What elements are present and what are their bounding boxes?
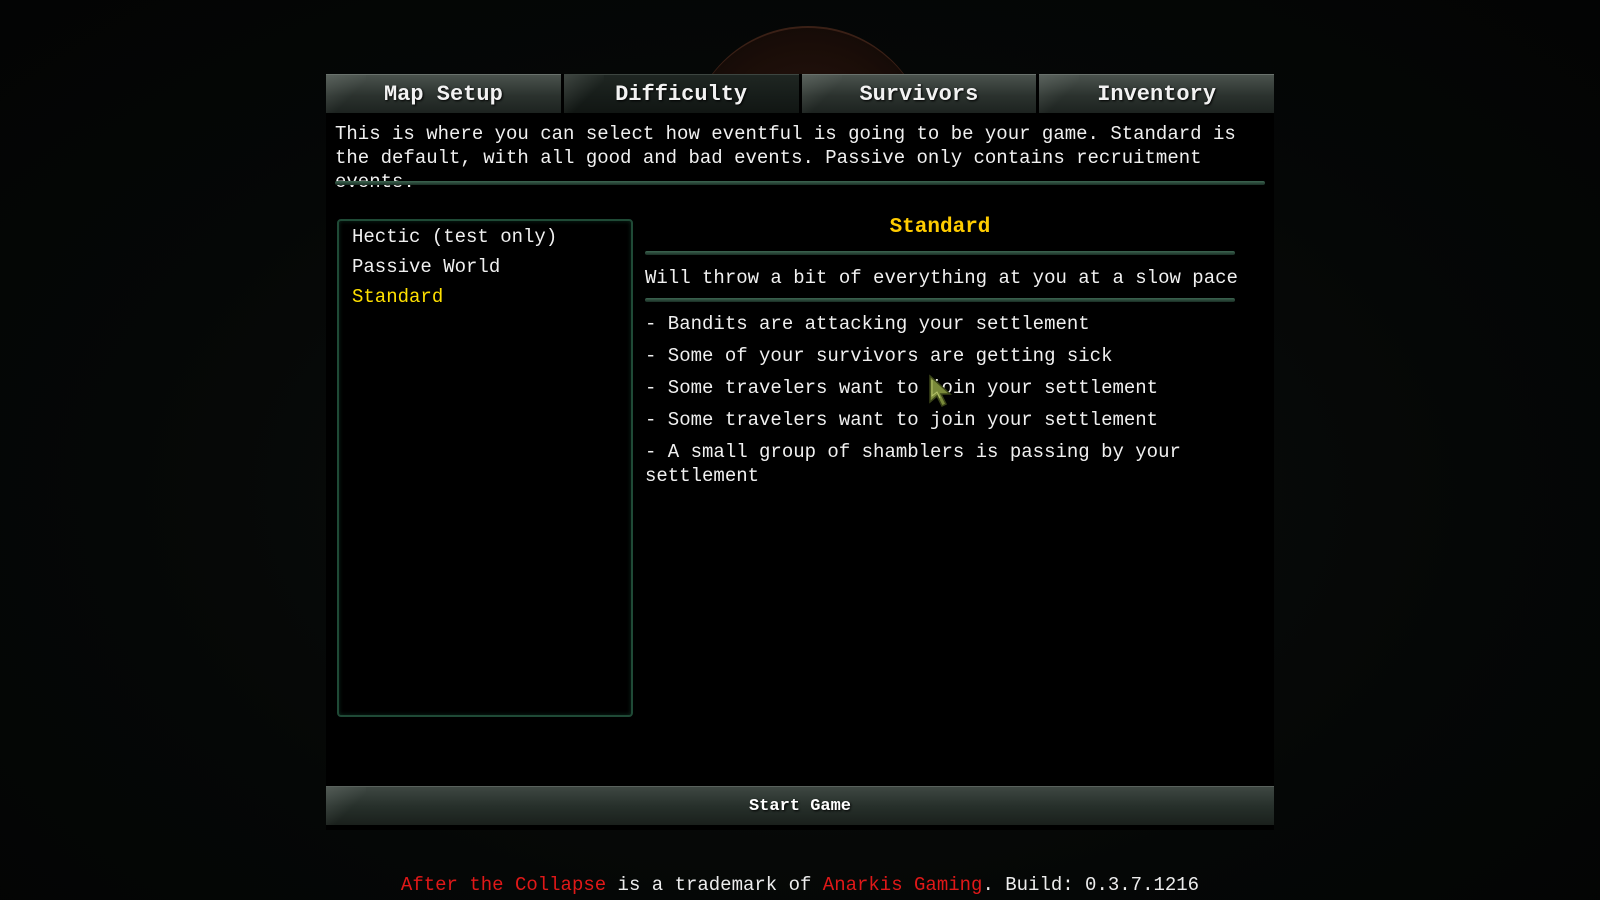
intro-divider [335,181,1265,185]
event-item: - Some travelers want to join your settl… [645,377,1159,399]
tab-difficulty[interactable]: Difficulty [563,74,799,113]
detail-summary: Will throw a bit of everything at you at… [645,267,1238,289]
event-item: - Some of your survivors are getting sic… [645,345,1113,367]
build-version: . Build: 0.3.7.1216 [982,874,1200,896]
list-item-standard[interactable]: Standard [352,285,443,309]
game-name: After the Collapse [400,874,607,896]
tab-survivors[interactable]: Survivors [801,74,1037,113]
title-divider [645,251,1235,255]
arrow-cursor-icon [929,374,952,408]
event-item: - A small group of shamblers is passing … [645,441,1181,487]
detail-title: Standard [889,216,991,239]
event-item: - Bandits are attacking your settlement [645,313,1090,335]
tab-map-setup[interactable]: Map Setup [326,74,561,113]
footer-text: is a trademark of [606,874,823,896]
event-item: - Some travelers want to join your settl… [645,409,1159,431]
tab-inventory[interactable]: Inventory [1039,74,1274,113]
footer-trademark: After the Collapse is a trademark of Ana… [0,874,1600,896]
list-item-passive-world[interactable]: Passive World [352,255,500,279]
tab-bar: Map Setup Difficulty Survivors Inventory [326,74,1274,114]
list-item-hectic[interactable]: Hectic (test only) [352,225,557,249]
company-name: Anarkis Gaming [822,874,983,896]
difficulty-list[interactable]: Hectic (test only) Passive World Standar… [337,219,633,717]
summary-divider [645,298,1235,302]
start-game-button[interactable]: Start Game [326,786,1274,825]
